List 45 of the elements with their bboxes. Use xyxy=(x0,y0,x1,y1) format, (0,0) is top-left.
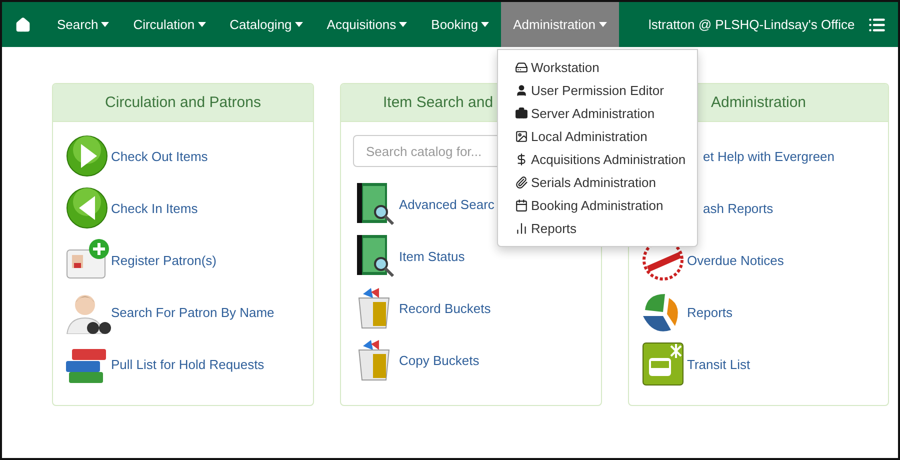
panel-link[interactable]: ash Reports xyxy=(703,200,774,216)
menu-item[interactable]: Workstation xyxy=(515,56,697,79)
list-icon[interactable] xyxy=(868,16,886,34)
panel-title: Administration xyxy=(710,94,806,111)
bar-chart-icon xyxy=(515,222,528,235)
panel-link[interactable]: Check In Items xyxy=(111,200,198,216)
panel-link[interactable]: Search For Patron By Name xyxy=(111,304,274,320)
panel-link[interactable]: Record Buckets xyxy=(399,300,491,316)
panel-title: Item Search and xyxy=(383,94,494,111)
menu-item[interactable]: Serials Administration xyxy=(515,171,697,194)
nav-menu-item[interactable]: Cataloging xyxy=(218,2,315,47)
nav-menu-item[interactable]: Search xyxy=(45,2,122,47)
briefcase-icon xyxy=(515,107,528,120)
panel-link[interactable]: Advanced Searc xyxy=(399,196,494,212)
user-location: lstratton @ PLSHQ-Lindsay's Office xyxy=(648,17,855,32)
caret-icon xyxy=(101,22,110,27)
paperclip-icon xyxy=(515,176,528,189)
panel-link[interactable]: Register Patron(s) xyxy=(111,252,216,268)
user-icon xyxy=(515,84,528,97)
caret-icon xyxy=(399,22,408,27)
panel-link[interactable]: Pull List for Hold Requests xyxy=(111,356,264,372)
menu-item[interactable]: User Permission Editor xyxy=(515,79,697,102)
panel-link[interactable]: Check Out Items xyxy=(111,148,208,164)
caret-icon xyxy=(294,22,303,27)
panel-link[interactable]: Copy Buckets xyxy=(399,352,480,368)
menu-item[interactable]: Booking Administration xyxy=(515,194,697,217)
nav-menu-item[interactable]: Booking xyxy=(419,2,502,47)
dollar-icon xyxy=(515,153,528,166)
calendar-icon xyxy=(515,199,528,212)
caret-icon xyxy=(481,22,490,27)
image-icon xyxy=(515,130,528,143)
nav-menu-item[interactable]: Administration xyxy=(501,2,619,47)
panel-link[interactable]: Reports xyxy=(687,304,733,320)
panel-link[interactable]: Overdue Notices xyxy=(687,252,784,268)
workstation-icon xyxy=(515,61,528,74)
nav-menu-item[interactable]: Circulation xyxy=(121,2,218,47)
caret-icon xyxy=(598,22,607,27)
caret-icon xyxy=(198,22,206,27)
panel-link[interactable]: Item Status xyxy=(399,248,465,264)
menu-item[interactable]: Server Administration xyxy=(515,102,697,125)
menu-item[interactable]: Reports xyxy=(515,217,697,240)
nav-menu-item[interactable]: Acquisitions xyxy=(314,2,420,47)
panel-title: Circulation and Patrons xyxy=(105,94,261,111)
panel-link[interactable]: et Help with Evergreen xyxy=(703,148,835,164)
panel-link[interactable]: Transit List xyxy=(687,356,750,372)
